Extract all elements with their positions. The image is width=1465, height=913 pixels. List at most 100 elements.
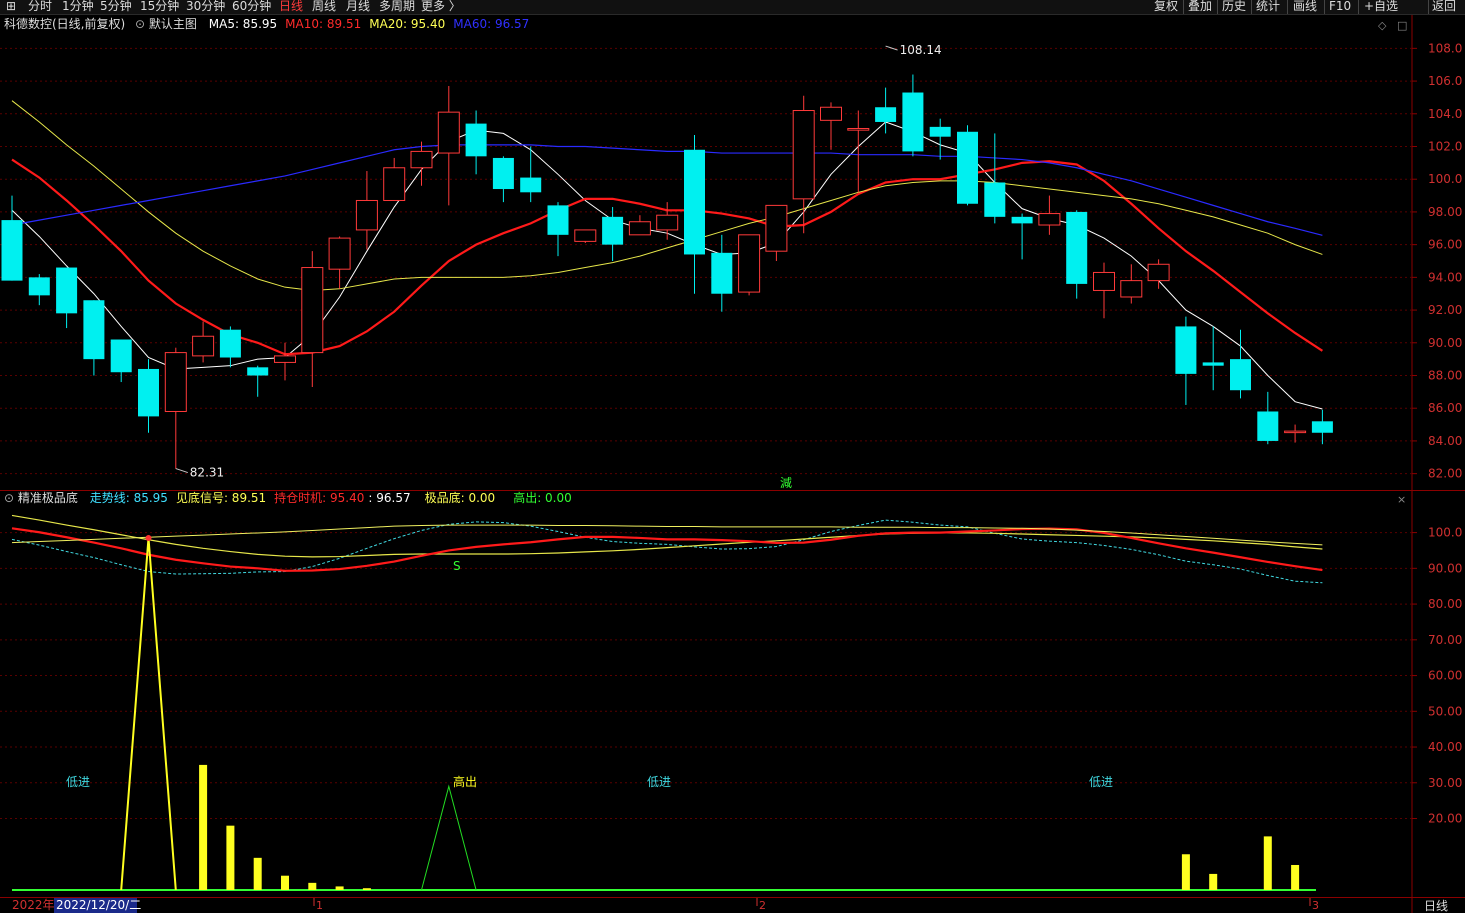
annotation-3: 低进 — [1089, 775, 1113, 789]
candle-body-down — [929, 126, 951, 137]
reduce-marker: 減 — [780, 475, 792, 490]
candle-body-up — [738, 234, 761, 293]
annotation-1: 高出 — [453, 774, 477, 789]
candle-body-down — [1, 220, 23, 281]
candle-body-down — [492, 157, 514, 190]
ind-y-tick-label: 90.00 — [1428, 561, 1462, 575]
indicator-bar — [1181, 854, 1190, 890]
ma-line-ma10 — [11, 158, 1324, 356]
indicator-bar — [226, 825, 235, 890]
candle-body-down — [1230, 359, 1251, 391]
low-marker-line — [175, 468, 188, 474]
candle-body-down — [28, 277, 50, 296]
gaochu-spike — [421, 784, 477, 891]
candle-body-down — [219, 329, 241, 358]
ind-y-tick-label: 50.00 — [1428, 704, 1462, 718]
candle-body-up — [1284, 430, 1307, 434]
candle-body-up — [1147, 263, 1170, 282]
candle-body-down — [520, 177, 542, 193]
candle-body-down — [1066, 211, 1088, 284]
candle-body-up — [410, 150, 433, 169]
ma-line-ma20 — [11, 100, 1323, 291]
ind-y-tick-label: 60.00 — [1428, 669, 1462, 683]
y-tick-label: 100.0 — [1428, 172, 1462, 186]
indicator-bar — [308, 882, 317, 890]
candle-body-down — [1311, 421, 1333, 433]
ind-y-tick-label: 30.00 — [1428, 776, 1462, 790]
y-tick-label: 90.00 — [1428, 336, 1462, 350]
indicator-bar — [1291, 864, 1300, 890]
ind-y-tick-label: 70.00 — [1428, 633, 1462, 647]
candle-body-down — [56, 267, 78, 314]
y-tick-label: 108.0 — [1428, 41, 1462, 55]
candle-body-up — [656, 214, 679, 231]
candle-body-down — [83, 300, 105, 360]
indicator-bar — [281, 875, 289, 890]
y-tick-label: 102.0 — [1428, 140, 1462, 154]
candle-body-up — [301, 267, 324, 354]
y-tick-label: 104.0 — [1428, 107, 1462, 121]
candle-body-down — [1011, 216, 1033, 224]
candle-body-up — [765, 204, 788, 252]
y-tick-label: 94.00 — [1428, 270, 1462, 284]
aux-line — [11, 524, 1323, 546]
candle-body-up — [820, 106, 842, 121]
indicator-bar — [362, 888, 371, 890]
signal-dot — [145, 534, 152, 541]
candle-body-down — [547, 205, 569, 235]
date-cursor: 2022/12/20/二 — [56, 898, 141, 912]
high-marker-label: 108.14 — [900, 43, 942, 57]
candle-body-up — [574, 229, 597, 242]
candle-body-down — [875, 107, 897, 122]
y-tick-label: 88.00 — [1428, 369, 1462, 383]
month-label: 3 — [1312, 899, 1319, 912]
candle-body-down — [138, 368, 159, 417]
low-marker-label: 82.31 — [190, 466, 224, 480]
candle-body-up — [192, 335, 215, 357]
ind-y-tick-label: 20.00 — [1428, 812, 1462, 826]
y-tick-label: 82.00 — [1428, 467, 1462, 481]
annotation-2: 低进 — [647, 775, 671, 789]
candle-body-down — [1175, 326, 1197, 374]
candle-body-down — [110, 339, 132, 373]
year-label: 2022年 — [12, 898, 55, 912]
indicator-bar — [1263, 836, 1272, 890]
candle-body-up — [274, 355, 296, 363]
candle-body-up — [792, 110, 815, 200]
indicator-bar — [1209, 873, 1218, 890]
y-tick-label: 98.00 — [1428, 205, 1462, 219]
ind-y-tick-label: 80.00 — [1428, 597, 1462, 611]
candle-body-up — [847, 128, 870, 131]
window-icon: □ — [1397, 19, 1407, 32]
trend-line — [11, 519, 1323, 584]
period-label: 日线 — [1424, 899, 1448, 913]
ind-y-tick-label: 100.0 — [1428, 526, 1462, 540]
y-tick-label: 84.00 — [1428, 434, 1462, 448]
ma-line-ma5 — [11, 121, 1323, 410]
month-label: 1 — [316, 899, 323, 912]
ind-y-tick-label: 40.00 — [1428, 740, 1462, 754]
candle-body-down — [711, 252, 733, 294]
candle-body-up — [164, 352, 187, 412]
candle-body-down — [902, 92, 924, 152]
chart-canvas[interactable]: 108.0 106.0 104.0 102.0 100.0 98.00 96.00 94.00… — [0, 0, 1465, 913]
candle-body-down — [984, 182, 1006, 217]
candle-body-down — [1257, 411, 1279, 441]
candle-body-up — [328, 237, 351, 270]
candle-body-up — [383, 167, 406, 201]
candle-body-up — [437, 111, 460, 154]
y-tick-label: 86.00 — [1428, 401, 1462, 415]
candle-body-up — [1093, 271, 1115, 291]
candle-body-down — [957, 131, 978, 204]
candle-body-up — [1120, 280, 1143, 298]
y-tick-label: 96.00 — [1428, 238, 1462, 252]
candle-body-up — [1038, 213, 1061, 226]
annotation-0: 低进 — [66, 775, 90, 789]
candle-body-down — [684, 149, 705, 255]
indicator-bar — [199, 764, 208, 890]
diamond-icon: ◇ — [1378, 19, 1387, 32]
annotation-4: S — [453, 559, 461, 573]
close-icon: × — [1397, 493, 1406, 506]
month-label: 2 — [759, 899, 766, 912]
candle-body-up — [628, 221, 651, 236]
